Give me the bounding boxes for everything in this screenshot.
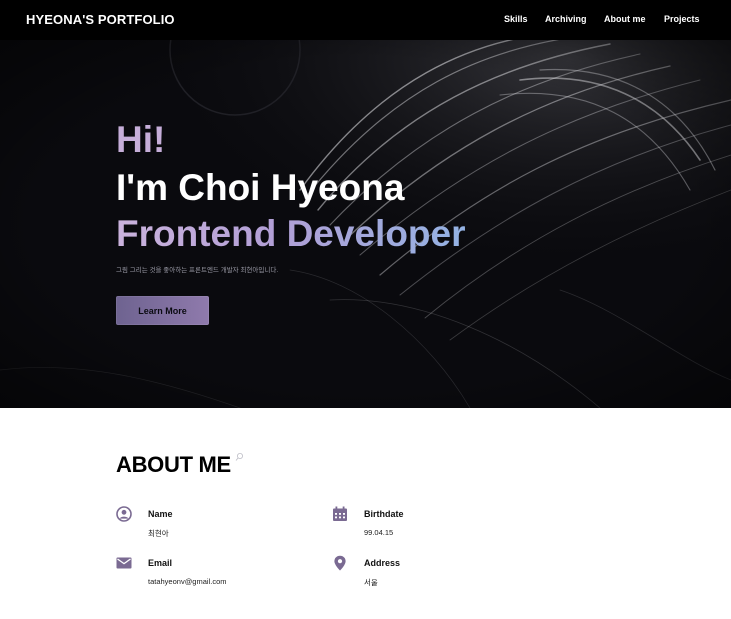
- about-value[interactable]: tatahyeonv@gmail.com: [148, 577, 226, 586]
- hero-role: Frontend Developer: [116, 213, 466, 254]
- about-label: Email: [148, 558, 173, 568]
- about-value: 99.04.15: [364, 528, 394, 537]
- hero-greeting: Hi!: [116, 119, 166, 160]
- hero-subtitle: 그림 그리는 것을 좋아하는 프론트엔드 개발자 최현아입니다.: [116, 267, 279, 274]
- learn-more-button[interactable]: Learn More: [116, 296, 209, 325]
- hero-section: Hi! I'm Choi Hyeona Frontend Developer 그…: [0, 40, 731, 408]
- sparkle-icon: [235, 453, 243, 461]
- hero-name: I'm Choi Hyeona: [116, 167, 405, 208]
- nav-item-archiving[interactable]: Archiving: [545, 14, 587, 24]
- mail-icon: [116, 557, 132, 569]
- about-value: 최현아: [148, 529, 169, 538]
- about-label: Birthdate: [364, 509, 404, 519]
- about-item-email: Email tatahyeonv@gmail.com: [116, 555, 296, 589]
- about-value: 서울: [364, 578, 378, 587]
- site-logo[interactable]: HYEONA'S PORTFOLIO: [26, 12, 175, 27]
- nav-item-skills[interactable]: Skills: [504, 14, 528, 24]
- location-pin-icon: [334, 555, 346, 571]
- about-label: Address: [364, 558, 401, 568]
- nav-item-projects[interactable]: Projects: [664, 14, 700, 24]
- user-icon: [116, 506, 132, 522]
- top-navbar: HYEONA'S PORTFOLIO Skills Archiving Abou…: [0, 0, 731, 40]
- nav-item-about-me[interactable]: About me: [604, 14, 646, 24]
- about-item-name: Name 최현아: [116, 506, 296, 540]
- about-item-address: Address 서울: [332, 555, 512, 589]
- about-item-birthdate: Birthdate 99.04.15: [332, 506, 512, 540]
- calendar-icon: [333, 506, 347, 521]
- about-label: Name: [148, 509, 173, 519]
- about-me-title: ABOUT ME: [116, 452, 231, 477]
